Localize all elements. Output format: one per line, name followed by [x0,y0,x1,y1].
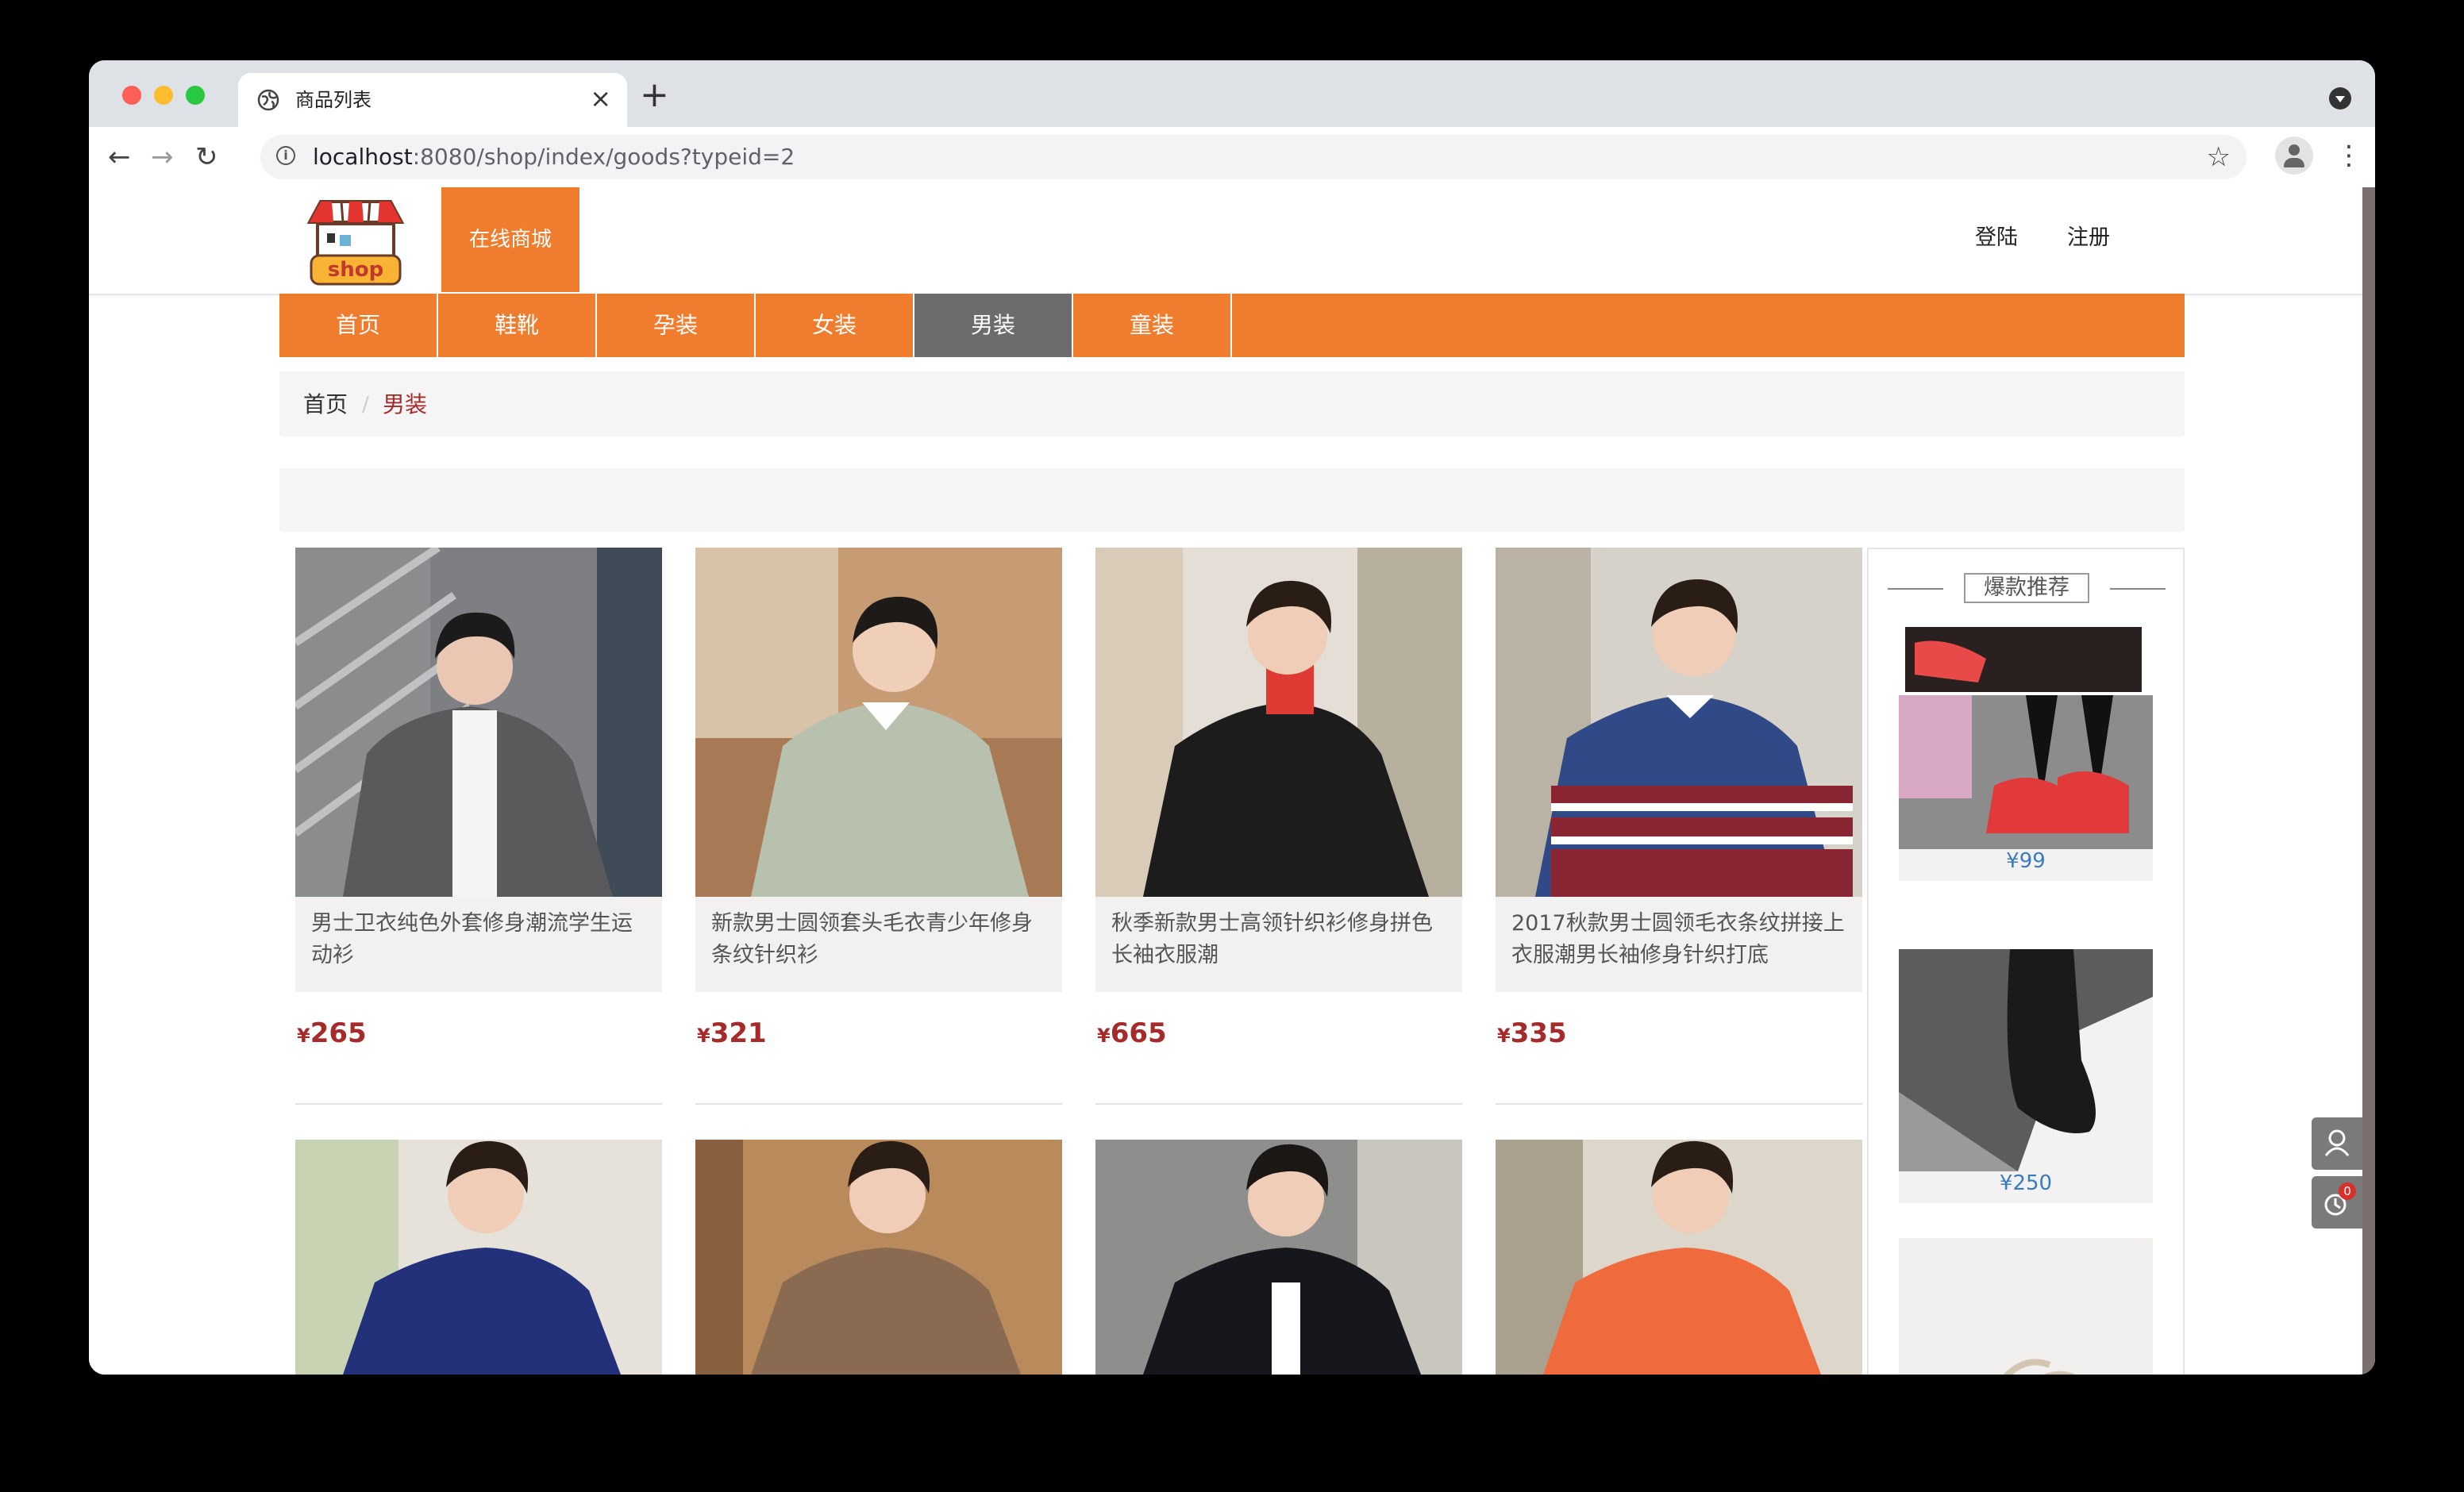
profile-icon[interactable] [2275,137,2313,175]
tab-search-icon[interactable] [2329,87,2351,110]
browser-toolbar: ← → ↻ i localhost:8080/shop/index/goods?… [89,127,2375,189]
cart-count-badge: 0 [2339,1182,2356,1200]
breadcrumb-home[interactable]: 首页 [303,389,348,421]
product-image[interactable] [695,548,1062,897]
nav-item-shoes[interactable]: 鞋靴 [438,294,597,357]
divider [695,1103,1062,1105]
divider [1496,1103,1862,1105]
cart-icon [2324,1194,2347,1216]
hot-recommend-header: 爆款推荐 [1888,573,2166,605]
product-name[interactable]: 男士卫衣纯色外套修身潮流学生运动衫 [311,908,653,971]
tab-strip: 商品列表 × + [89,60,2375,127]
hot-item-price: ¥99 [1899,849,2153,881]
browser-tab[interactable]: 商品列表 × [238,73,627,127]
close-tab-icon[interactable]: × [590,84,611,113]
nav-item-women[interactable]: 女装 [756,294,914,357]
hot-item-image[interactable] [1899,1238,2153,1375]
page-viewport: shop 在线商城 登陆 注册 首页 鞋靴 孕装 女装 男装 童装 首页 / 男… [89,187,2375,1375]
product-image[interactable] [695,1140,1062,1375]
minimize-window-button[interactable] [154,86,173,105]
divider [1095,1103,1462,1105]
nav-item-maternity[interactable]: 孕装 [597,294,756,357]
new-tab-button[interactable]: + [640,78,669,113]
info-icon[interactable]: i [276,146,295,165]
category-nav: 首页 鞋靴 孕装 女装 男装 童装 [279,294,2185,357]
product-image[interactable] [295,548,662,897]
user-float-button[interactable] [2312,1117,2362,1170]
product-image[interactable] [1496,1140,1862,1375]
product-price: ¥321 [697,1017,767,1049]
product-caption: 秋季新款男士高领针织衫修身拼色长袖衣服潮 [1095,897,1462,992]
breadcrumb-current: 男装 [383,391,428,417]
globe-icon [257,89,279,111]
title-ornament-right [2110,588,2166,590]
breadcrumb: 首页 / 男装 [279,371,2185,436]
hot-recommend-title: 爆款推荐 [1964,573,2089,603]
site-header: shop 在线商城 登陆 注册 [89,187,2362,295]
product-caption: 男士卫衣纯色外套修身潮流学生运动衫 [295,897,662,992]
nav-item-men[interactable]: 男装 [914,294,1073,357]
svg-text:shop: shop [328,258,383,282]
maximize-window-button[interactable] [186,86,205,105]
hot-item-price: ¥250 [1899,1171,2153,1203]
url-text: localhost:8080/shop/index/goods?typeid=2 [313,144,795,170]
filter-bar [279,468,2185,532]
close-window-button[interactable] [122,86,141,105]
register-link[interactable]: 注册 [2067,222,2110,254]
breadcrumb-separator: / [362,393,369,417]
product-image[interactable] [1095,548,1462,897]
shop-logo[interactable]: shop [303,195,408,289]
browser-window: 商品列表 × + ← → ↻ i localhost:8080/shop/ind… [89,60,2375,1375]
reload-icon[interactable]: ↻ [195,141,218,173]
brand-link[interactable]: 在线商城 [441,187,579,292]
product-caption: 2017秋款男士圆领毛衣条纹拼接上衣服潮男长袖修身针织打底 [1496,897,1862,992]
nav-item-home[interactable]: 首页 [279,294,438,357]
product-image[interactable] [295,1140,662,1375]
product-image[interactable] [1496,548,1862,897]
product-price: ¥335 [1497,1017,1567,1049]
cart-float-button[interactable]: 0 [2312,1176,2362,1229]
divider [295,1103,662,1105]
tab-title: 商品列表 [295,89,372,111]
product-price: ¥265 [297,1017,367,1049]
hot-item-image[interactable] [1899,627,2153,849]
product-name[interactable]: 2017秋款男士圆领毛衣条纹拼接上衣服潮男长袖修身针织打底 [1511,908,1853,971]
product-name[interactable]: 秋季新款男士高领针织衫修身拼色长袖衣服潮 [1111,908,1453,971]
forward-icon[interactable]: → [151,141,174,173]
menu-kebab-icon[interactable]: ⋮ [2335,140,2362,171]
nav-item-kids[interactable]: 童装 [1073,294,1232,357]
product-image[interactable] [1095,1140,1462,1375]
hot-item-image[interactable] [1899,949,2153,1171]
product-price: ¥665 [1097,1017,1167,1049]
hot-recommend-panel: 爆款推荐 ¥99 ¥250 [1867,548,2185,1375]
back-icon[interactable]: ← [108,141,131,173]
title-ornament-left [1888,588,1943,590]
product-caption: 新款男士圆领套头毛衣青少年修身条纹针织衫 [695,897,1062,992]
bookmark-star-icon[interactable]: ☆ [2207,141,2231,173]
user-icon [2324,1129,2350,1156]
address-bar[interactable]: i localhost:8080/shop/index/goods?typeid… [260,135,2246,179]
page-scrollbar[interactable] [2362,187,2375,1375]
product-name[interactable]: 新款男士圆领套头毛衣青少年修身条纹针织衫 [711,908,1053,971]
login-link[interactable]: 登陆 [1975,222,2018,254]
